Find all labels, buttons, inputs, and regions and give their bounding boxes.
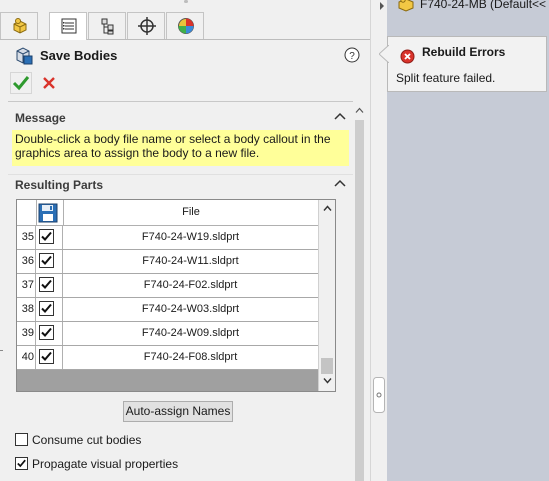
feature-manager-icon xyxy=(13,18,27,34)
divider xyxy=(8,101,353,102)
tab-property-manager[interactable] xyxy=(49,12,87,40)
scroll-thumb[interactable] xyxy=(321,358,333,374)
save-checkbox[interactable] xyxy=(39,325,54,340)
resulting-parts-table: File 35 F740-24-W19.sldprt 36 F740-24-W1… xyxy=(16,199,336,392)
display-manager-icon xyxy=(178,18,194,34)
scroll-up-icon[interactable] xyxy=(323,205,332,212)
svg-text:?: ? xyxy=(349,51,355,62)
table-row[interactable]: 39 F740-24-W09.sldprt xyxy=(17,322,318,346)
save-checkbox[interactable] xyxy=(39,253,54,268)
table-row[interactable]: 37 F740-24-F02.sldprt xyxy=(17,274,318,298)
checkmark-icon xyxy=(12,76,30,91)
file-name-cell[interactable]: F740-24-F02.sldprt xyxy=(63,274,318,297)
file-name-cell[interactable]: F740-24-W19.sldprt xyxy=(63,226,318,249)
checkmark-icon xyxy=(17,459,26,468)
message-text: Double-click a body file name or select … xyxy=(12,130,349,166)
table-row[interactable]: 35 F740-24-W19.sldprt xyxy=(17,226,318,250)
splitter-handle-icon[interactable] xyxy=(373,377,385,413)
panel-header: Save Bodies ? xyxy=(14,46,364,68)
tree-root-label[interactable]: F740-24-MB (Default<< xyxy=(420,0,546,11)
tab-display-manager[interactable] xyxy=(166,12,204,39)
checkmark-icon xyxy=(41,279,52,289)
checkmark-icon xyxy=(41,231,52,241)
dimxpert-manager-icon xyxy=(138,17,156,35)
checkmark-icon xyxy=(41,255,52,265)
row-number: 39 xyxy=(17,322,36,345)
page-title: Save Bodies xyxy=(40,48,118,63)
table-scrollbar[interactable] xyxy=(318,200,335,391)
help-icon[interactable]: ? xyxy=(344,47,360,63)
row-number: 38 xyxy=(17,298,36,321)
row-number: 40 xyxy=(17,346,36,369)
tab-configuration-manager[interactable] xyxy=(88,12,126,39)
expand-arrow-icon[interactable] xyxy=(378,1,386,11)
table-row[interactable]: 36 F740-24-W11.sldprt xyxy=(17,250,318,274)
save-checkbox[interactable] xyxy=(39,301,54,316)
tab-dimxpert-manager[interactable] xyxy=(127,12,165,39)
floppy-disk-icon[interactable] xyxy=(38,203,58,223)
popup-message: Split feature failed. xyxy=(396,71,496,85)
table-header: File xyxy=(17,200,318,226)
checkmark-icon xyxy=(41,351,52,361)
propagate-visual-checkbox[interactable] xyxy=(15,457,28,470)
message-section-label: Message xyxy=(15,111,66,125)
divider xyxy=(8,174,353,175)
panel-splitter[interactable] xyxy=(370,0,387,481)
row-number: 37 xyxy=(17,274,36,297)
part-icon xyxy=(398,0,414,12)
divider xyxy=(0,350,3,351)
file-name-cell[interactable]: F740-24-W03.sldprt xyxy=(63,298,318,321)
row-number: 35 xyxy=(17,226,36,249)
close-icon xyxy=(43,77,55,89)
chevron-up-icon[interactable] xyxy=(334,112,346,122)
chevron-up-icon[interactable] xyxy=(334,179,346,189)
scroll-down-icon[interactable] xyxy=(323,377,332,384)
panel-scrollbar[interactable] xyxy=(353,104,366,481)
consume-cut-bodies-label[interactable]: Consume cut bodies xyxy=(32,433,141,447)
scroll-thumb[interactable] xyxy=(355,120,364,481)
propagate-visual-label[interactable]: Propagate visual properties xyxy=(32,457,178,471)
row-number: 36 xyxy=(17,250,36,273)
panel-grip[interactable] xyxy=(184,0,188,3)
save-checkbox[interactable] xyxy=(39,229,54,244)
save-checkbox[interactable] xyxy=(39,349,54,364)
cancel-button[interactable] xyxy=(40,73,58,93)
popup-pointer xyxy=(379,45,389,63)
column-header-file[interactable]: File xyxy=(63,200,318,225)
property-manager-icon xyxy=(61,18,77,34)
table-row[interactable]: 40 F740-24-F08.sldprt xyxy=(17,346,318,370)
configuration-manager-icon xyxy=(101,18,114,35)
consume-cut-bodies-checkbox[interactable] xyxy=(15,433,28,446)
scroll-up-icon[interactable] xyxy=(355,107,364,114)
property-manager-panel: Save Bodies ? Message Double-click a bod… xyxy=(0,0,370,481)
tab-feature-manager[interactable] xyxy=(0,12,38,39)
file-name-cell[interactable]: F740-24-W11.sldprt xyxy=(63,250,318,273)
file-name-cell[interactable]: F740-24-W09.sldprt xyxy=(63,322,318,345)
ok-button[interactable] xyxy=(10,72,32,94)
checkmark-icon xyxy=(41,327,52,337)
save-bodies-icon xyxy=(16,47,33,65)
checkmark-icon xyxy=(41,303,52,313)
manager-tab-strip xyxy=(0,9,370,40)
rebuild-errors-popup: Rebuild Errors Split feature failed. xyxy=(379,36,547,92)
popup-title: Rebuild Errors xyxy=(422,45,506,59)
resulting-parts-section-label: Resulting Parts xyxy=(15,178,104,192)
table-row[interactable]: 38 F740-24-W03.sldprt xyxy=(17,298,318,322)
error-icon xyxy=(400,49,415,64)
save-checkbox[interactable] xyxy=(39,277,54,292)
auto-assign-names-button[interactable]: Auto-assign Names xyxy=(123,401,233,422)
file-name-cell[interactable]: F740-24-F08.sldprt xyxy=(63,346,318,369)
